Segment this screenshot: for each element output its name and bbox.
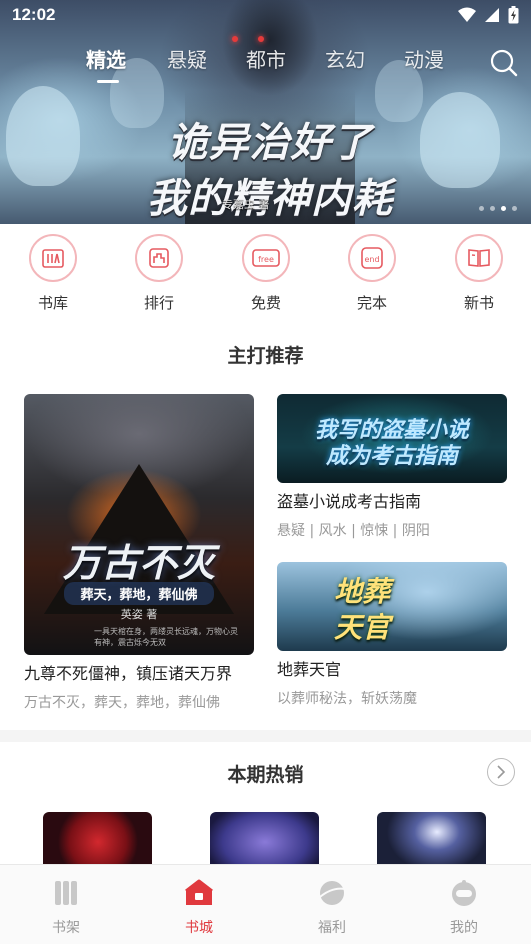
featured-side-book[interactable]: 我写的盗墓小说 成为考古指南 盗墓小说成考古指南 悬疑 | 风水 | 惊悚 | … xyxy=(277,394,507,540)
category-finished[interactable]: end 完本 xyxy=(332,234,412,313)
search-button[interactable] xyxy=(489,48,519,78)
category-bookstore[interactable]: 书库 xyxy=(13,234,93,313)
bookshelf-icon xyxy=(55,881,77,905)
cover-blurb: 一具天棺在身，两缕灵长远魂，万物心灵有神，震古烁今无双 xyxy=(94,627,238,647)
banner-title-line2: 我的精神内耗 xyxy=(147,175,393,222)
cover-title-line2: 天官 xyxy=(333,611,390,644)
category-icon-ring xyxy=(135,234,183,282)
search-icon xyxy=(490,49,518,77)
hot-book-cover[interactable] xyxy=(210,812,319,872)
bookstore-icon xyxy=(42,249,64,268)
nav-label: 书架 xyxy=(52,920,80,936)
signal-icon xyxy=(485,8,499,22)
tab-anime[interactable]: 动漫 xyxy=(404,44,444,73)
status-bar: 12:02 xyxy=(0,0,531,30)
character-eye xyxy=(258,36,264,42)
book-cover: 万古不灭 葬天，葬地，葬仙佛 英姿 著 一具天棺在身，两缕灵长远魂，万物心灵有神… xyxy=(24,394,254,655)
nav-profile[interactable]: 我的 xyxy=(424,877,504,937)
featured-main-book[interactable]: 万古不灭 葬天，葬地，葬仙佛 英姿 著 一具天棺在身，两缕灵长远魂，万物心灵有神… xyxy=(24,394,254,712)
category-icon-ring: end xyxy=(348,234,396,282)
status-icons xyxy=(458,6,519,24)
chevron-right-icon xyxy=(497,765,506,779)
cover-title: 万古不灭 xyxy=(62,540,215,585)
book-title: 地葬天官 xyxy=(277,660,342,679)
category-free[interactable]: free 免费 xyxy=(226,234,306,313)
category-label: 新书 xyxy=(463,294,494,312)
category-icon-ring xyxy=(455,234,503,282)
hot-book-cover[interactable] xyxy=(43,812,152,872)
category-label: 书库 xyxy=(37,294,68,312)
cover-title-line2: 成为考古指南 xyxy=(325,443,458,469)
banner-title: 诡异治好了 我的精神内耗 xyxy=(60,110,480,224)
category-new-books[interactable]: 新书 xyxy=(439,234,519,313)
hot-sales-section-title: 本期热销 xyxy=(227,764,304,786)
cover-title-line1: 地葬 xyxy=(333,575,390,608)
book-title: 九尊不死僵神，镇压诸天万界 xyxy=(24,664,233,683)
nav-label: 书城 xyxy=(185,920,213,936)
hot-sales-more-button[interactable] xyxy=(487,758,515,786)
welfare-planet-icon xyxy=(319,881,346,905)
bookstore-house-icon xyxy=(185,879,213,905)
banner-dot-active[interactable] xyxy=(501,206,506,211)
nav-bookstore[interactable]: 书城 xyxy=(159,877,239,937)
book-cover: 我写的盗墓小说 成为考古指南 xyxy=(277,394,507,483)
bottom-navigation: 书架 书城 福利 我的 xyxy=(0,864,531,944)
featured-section-title: 主打推荐 xyxy=(227,345,304,367)
status-time: 12:02 xyxy=(12,5,56,24)
hot-book-cover[interactable] xyxy=(377,812,486,872)
book-tags: 悬疑 | 风水 | 惊悚 | 阴阳 xyxy=(277,523,430,539)
ranking-icon xyxy=(149,248,169,268)
wifi-icon xyxy=(458,7,476,22)
section-divider xyxy=(0,730,531,742)
book-tags: 万古不灭，葬天，葬地，葬仙佛 xyxy=(24,695,220,711)
banner-title-line1: 诡异治好了 xyxy=(167,119,373,166)
book-tags: 以葬师秘法，斩妖荡魔 xyxy=(277,691,417,707)
battery-icon xyxy=(508,6,519,24)
category-icon-ring xyxy=(29,234,77,282)
category-icon-ring: free xyxy=(242,234,290,282)
banner-dot[interactable] xyxy=(479,206,484,211)
tab-fantasy[interactable]: 玄幻 xyxy=(325,44,365,73)
cover-author: 英姿 著 xyxy=(120,608,158,621)
cover-subtitle: 葬天，葬地，葬仙佛 xyxy=(64,582,214,605)
profile-icon xyxy=(452,880,476,906)
tab-featured[interactable]: 精选 xyxy=(86,44,126,73)
category-ranking[interactable]: 排行 xyxy=(119,234,199,313)
finished-icon: end xyxy=(361,247,383,269)
character-eye xyxy=(232,36,238,42)
nav-label: 福利 xyxy=(318,920,346,936)
category-shortcuts: 书库 排行 free 免费 end 完本 新书 xyxy=(0,234,531,324)
free-icon-text: free xyxy=(258,255,274,264)
banner-dot[interactable] xyxy=(490,206,495,211)
finished-icon-text: end xyxy=(364,255,379,264)
book-cover: 地葬 天官 xyxy=(277,562,507,651)
hero-banner[interactable]: 诡异治好了 我的精神内耗 专嘉虫 著 xyxy=(0,0,531,224)
featured-side-book[interactable]: 地葬 天官 地葬天官 以葬师秘法，斩妖荡魔 xyxy=(277,562,507,708)
banner-dot[interactable] xyxy=(512,206,517,211)
tab-urban[interactable]: 都市 xyxy=(246,44,286,73)
nav-welfare[interactable]: 福利 xyxy=(292,877,372,937)
category-label: 排行 xyxy=(143,294,174,312)
banner-author: 专嘉虫 著 xyxy=(222,198,270,211)
tab-suspense[interactable]: 悬疑 xyxy=(167,44,207,73)
category-label: 完本 xyxy=(356,294,387,312)
category-label: 免费 xyxy=(250,294,281,312)
active-tab-indicator xyxy=(97,80,119,83)
category-tabs: 精选 悬疑 都市 玄幻 动漫 xyxy=(0,44,531,84)
banner-pagination[interactable] xyxy=(479,206,517,211)
new-book-icon xyxy=(468,249,490,267)
app-screen: 诡异治好了 我的精神内耗 专嘉虫 著 12:02 精选 悬疑 都市 玄幻 动漫 xyxy=(0,0,531,944)
free-icon: free xyxy=(252,249,280,267)
book-title: 盗墓小说成考古指南 xyxy=(277,492,422,511)
nav-bookshelf[interactable]: 书架 xyxy=(26,877,106,937)
nav-label: 我的 xyxy=(450,920,478,936)
